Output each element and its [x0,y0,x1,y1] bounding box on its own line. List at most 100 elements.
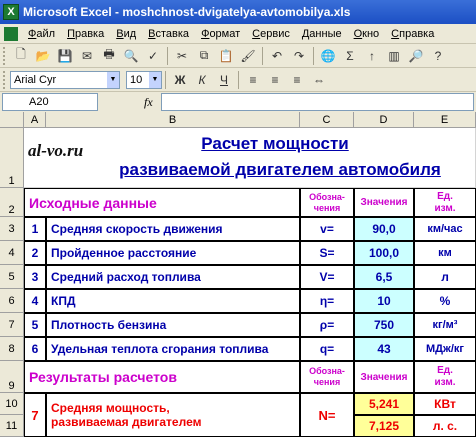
input-row-value[interactable]: 10 [354,289,414,313]
bold-icon[interactable]: Ж [170,70,190,90]
input-row-value[interactable]: 43 [354,337,414,361]
align-right-icon[interactable]: ≡ [287,70,307,90]
input-row-symbol[interactable]: V= [300,265,354,289]
input-row-number[interactable]: 6 [24,337,46,361]
designation-column-header[interactable]: Обозна- чения [300,361,354,393]
input-row-value[interactable]: 90,0 [354,217,414,241]
input-row-name[interactable]: Пройденное расстояние [46,241,300,265]
menu-insert[interactable]: Вставка [142,28,195,40]
autosum-icon[interactable]: Σ [340,46,360,66]
menu-file[interactable]: Файл [22,28,61,40]
values-column-header[interactable]: Значения [354,361,414,393]
input-row-unit[interactable]: км/час [414,217,476,241]
values-column-header[interactable]: Значения [354,188,414,217]
result-value-kw[interactable]: 5,241 [354,393,414,415]
font-name-select[interactable]: Arial Cyr ▼ [10,70,120,89]
column-header-b[interactable]: B [46,112,300,128]
result-name[interactable]: Средняя мощность, развиваемая двигателем [46,393,300,437]
input-row-unit[interactable]: км [414,241,476,265]
designation-column-header[interactable]: Обозна- чения [300,188,354,217]
input-row-name[interactable]: Удельная теплота сгорания топлива [46,337,300,361]
row-header-8[interactable]: 8 [0,337,24,361]
column-header-a[interactable]: A [24,112,46,128]
input-row-number[interactable]: 3 [24,265,46,289]
result-unit-hp[interactable]: л. с. [414,415,476,437]
row-header-3[interactable]: 3 [0,217,24,241]
result-value-hp[interactable]: 7,125 [354,415,414,437]
undo-icon[interactable]: ↶ [267,46,287,66]
column-header-c[interactable]: C [300,112,354,128]
row-header-6[interactable]: 6 [0,289,24,313]
open-icon[interactable]: 📂 [33,46,53,66]
input-row-unit[interactable]: % [414,289,476,313]
print-preview-icon[interactable]: 🔍 [121,46,141,66]
result-row-number[interactable]: 7 [24,393,46,437]
units-column-header[interactable]: Ед. изм. [414,361,476,393]
align-center-icon[interactable]: ≡ [265,70,285,90]
input-row-symbol[interactable]: v= [300,217,354,241]
chart-wizard-icon[interactable]: ▥ [384,46,404,66]
result-symbol[interactable]: N= [300,393,354,437]
font-size-select[interactable]: 10 ▼ [126,70,162,89]
redo-icon[interactable]: ↷ [289,46,309,66]
input-row-name[interactable]: КПД [46,289,300,313]
input-row-number[interactable]: 1 [24,217,46,241]
toolbar-grip[interactable] [3,70,7,89]
input-row-unit[interactable]: л [414,265,476,289]
print-icon[interactable]: 🖶 [99,46,119,66]
save-icon[interactable]: 💾 [55,46,75,66]
menu-data[interactable]: Данные [296,28,348,40]
window-title-bar[interactable]: X Microsoft Excel - moshchnost-dvigately… [0,0,476,24]
workbook-icon[interactable] [4,26,18,41]
input-row-number[interactable]: 4 [24,289,46,313]
new-icon[interactable]: 🗋 [11,46,31,66]
row-header-9[interactable]: 9 [0,361,24,393]
zoom-icon[interactable]: 🔎 [406,46,426,66]
sort-ascending-icon[interactable]: ↑ [362,46,382,66]
input-row-value[interactable]: 750 [354,313,414,337]
results-header[interactable]: Результаты расчетов [24,361,300,393]
input-row-value[interactable]: 100,0 [354,241,414,265]
select-all-corner[interactable] [0,112,24,128]
row-header-4[interactable]: 4 [0,241,24,265]
row-header-7[interactable]: 7 [0,313,24,337]
align-left-icon[interactable]: ≡ [243,70,263,90]
italic-icon[interactable]: К [192,70,212,90]
cut-icon[interactable]: ✂ [172,46,192,66]
input-row-name[interactable]: Средний расход топлива [46,265,300,289]
chevron-down-icon[interactable]: ▼ [107,71,119,88]
name-box[interactable]: A20 [2,93,98,111]
input-row-symbol[interactable]: ρ= [300,313,354,337]
help-icon[interactable]: ? [428,46,448,66]
result-unit-kw[interactable]: КВт [414,393,476,415]
menu-help[interactable]: Справка [385,28,440,40]
input-row-symbol[interactable]: q= [300,337,354,361]
hyperlink-icon[interactable]: 🌐 [318,46,338,66]
row-header-11[interactable]: 11 [0,415,24,437]
format-painter-icon[interactable]: 🖌 [238,46,258,66]
menu-window[interactable]: Окно [348,28,386,40]
row-header-1[interactable]: 1 [0,128,24,188]
input-row-number[interactable]: 5 [24,313,46,337]
input-row-unit[interactable]: кг/м³ [414,313,476,337]
input-data-header[interactable]: Исходные данные [24,188,300,217]
column-header-e[interactable]: E [414,112,476,128]
toolbar-grip[interactable] [3,46,7,65]
menu-format[interactable]: Формат [195,28,246,40]
chevron-down-icon[interactable]: ▼ [149,71,161,88]
menu-edit[interactable]: Правка [61,28,110,40]
row-header-10[interactable]: 10 [0,393,24,415]
row-header-5[interactable]: 5 [0,265,24,289]
column-header-d[interactable]: D [354,112,414,128]
units-column-header[interactable]: Ед. изм. [414,188,476,217]
row-header-2[interactable]: 2 [0,188,24,217]
merge-center-icon[interactable]: ⇔ [309,70,329,90]
underline-icon[interactable]: Ч [214,70,234,90]
spelling-icon[interactable]: ✓ [143,46,163,66]
input-row-name[interactable]: Средняя скорость движения [46,217,300,241]
menu-view[interactable]: Вид [110,28,142,40]
input-row-symbol[interactable]: S= [300,241,354,265]
permission-icon[interactable]: ✉ [77,46,97,66]
input-row-symbol[interactable]: η= [300,289,354,313]
input-row-value[interactable]: 6,5 [354,265,414,289]
